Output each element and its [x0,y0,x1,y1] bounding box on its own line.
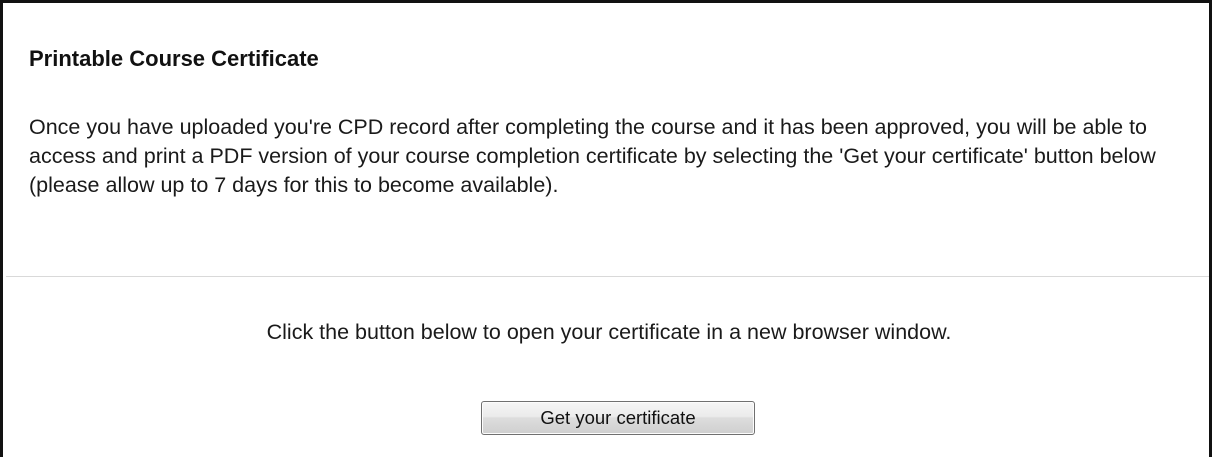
section-divider [6,276,1209,277]
section-title: Printable Course Certificate [29,46,319,71]
certificate-description: Once you have uploaded you're CPD record… [29,115,1156,197]
get-certificate-button[interactable]: Get your certificate [481,401,755,435]
certificate-instruction: Click the button below to open your cert… [266,320,952,344]
certificate-panel: Printable Course Certificate Once you ha… [0,0,1212,457]
